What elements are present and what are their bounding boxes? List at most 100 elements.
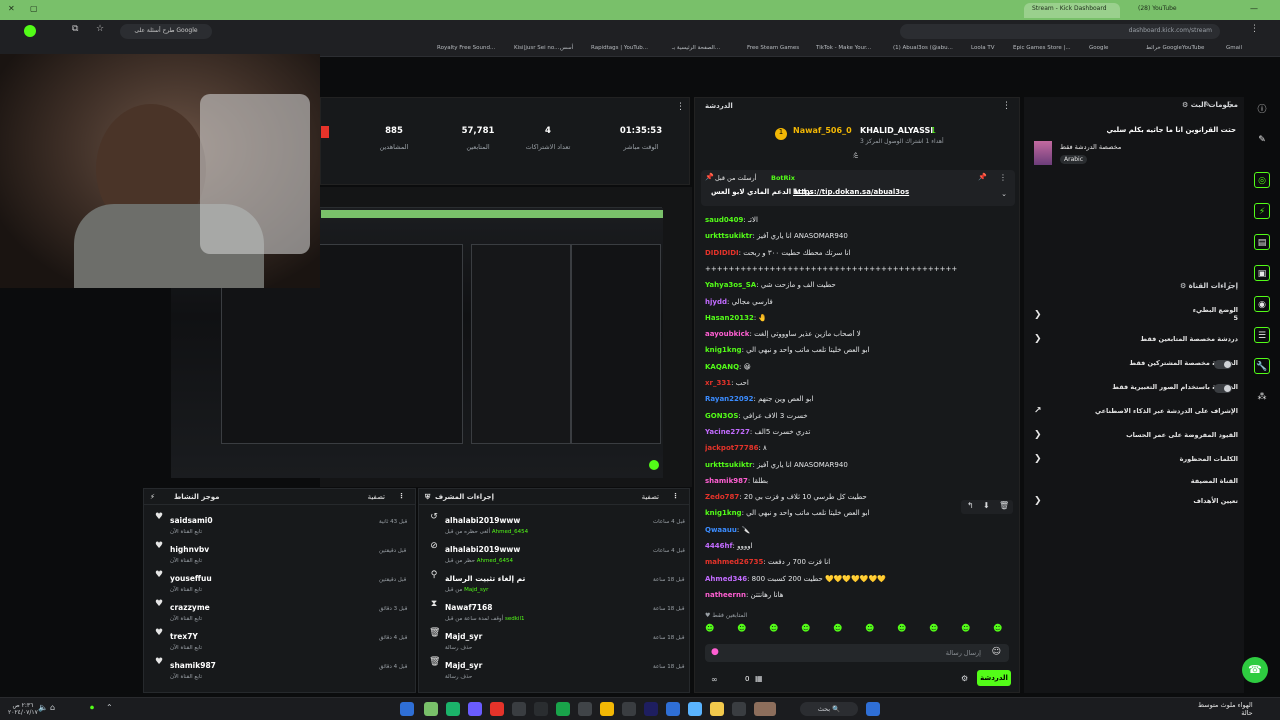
- chat-message[interactable]: Hasan20132: 🤚: [705, 314, 1013, 322]
- chat-message[interactable]: DIDIDIDI: انا سرتك محطك حطيت ٣٠٠ و ربحت: [705, 249, 1013, 257]
- bookmark-item[interactable]: Loola TV: [971, 45, 994, 51]
- emote-icon[interactable]: ☻: [737, 624, 746, 634]
- emote-only-toggle[interactable]: [1214, 384, 1232, 393]
- bookmark-item[interactable]: Gmail: [1226, 45, 1242, 51]
- chat-username[interactable]: aayoubkick: [705, 330, 749, 338]
- emote-icon[interactable]: ☻: [897, 624, 906, 634]
- chat-input[interactable]: ● إرسال رسالة ☺: [705, 644, 1009, 662]
- activity-user[interactable]: crazzyme: [170, 603, 210, 612]
- list-icon[interactable]: ☰: [1254, 327, 1270, 343]
- support-chat-icon[interactable]: ☎: [1242, 657, 1268, 683]
- chat-message[interactable]: urkttsukiktr: انا ياري آفيز ANASOMAR940: [705, 232, 1013, 240]
- star-icon[interactable]: ☆: [96, 24, 104, 34]
- filter-button[interactable]: تصفية: [368, 493, 385, 501]
- app-icon[interactable]: [446, 702, 460, 716]
- more-icon[interactable]: ⋮: [672, 492, 679, 500]
- mod-target[interactable]: alhalabi2019www: [445, 545, 520, 554]
- chat-message[interactable]: Rayan22092: ابو العص وين جنهم: [705, 395, 1013, 403]
- bookmark-item[interactable]: YouTube: [1182, 45, 1204, 51]
- chat-username[interactable]: shamik987: [705, 477, 748, 485]
- bookmark-item[interactable]: (1) Abual3os (@abu...: [893, 45, 953, 51]
- top-gifter-2[interactable]: KHALID_ALYASSI: [860, 126, 933, 135]
- bookmark-item[interactable]: Free Steam Games: [747, 45, 799, 51]
- goals-setting[interactable]: تعيين الأهداف ❯: [1030, 496, 1238, 506]
- volume-icon[interactable]: 🔈: [38, 703, 48, 712]
- chat-message[interactable]: GON3OS: خسرت 3 الاف عرافي: [705, 412, 1013, 420]
- chat-message[interactable]: xr_331: احب: [705, 379, 1013, 387]
- app-icon[interactable]: [468, 702, 482, 716]
- chat-username[interactable]: DIDIDIDI: [705, 249, 739, 257]
- chat-username[interactable]: urkttsukiktr: [705, 461, 752, 469]
- app-icon[interactable]: [754, 702, 776, 716]
- bookmark-item[interactable]: Royalty Free Sound...: [437, 45, 495, 51]
- bookmark-item[interactable]: Kisi|jusr Sei no...: [514, 45, 559, 51]
- menu-dots-icon[interactable]: ⋮: [1250, 24, 1259, 34]
- chat-message[interactable]: jackpot77786: ٨: [705, 444, 1013, 452]
- chat-username[interactable]: Yacine2727: [705, 428, 750, 436]
- reply-icon[interactable]: ↰: [967, 501, 974, 510]
- mod-by[interactable]: Majd_syr: [464, 587, 488, 593]
- followers-only-setting[interactable]: دردشة مخصصة المتابعين فقط ❯: [1030, 334, 1238, 344]
- app-icon[interactable]: [600, 702, 614, 716]
- app-icon[interactable]: [622, 702, 636, 716]
- chat-username[interactable]: KAQANQ: [705, 363, 739, 371]
- app-icon[interactable]: [490, 702, 504, 716]
- host-channel-setting[interactable]: القناة المضيفة: [1030, 477, 1238, 485]
- subscribers-only-toggle[interactable]: [1214, 360, 1232, 369]
- activity-user[interactable]: youseffuu: [170, 574, 212, 583]
- pinned-user[interactable]: BotRix: [771, 174, 795, 182]
- mod-by[interactable]: sedkil1: [505, 616, 524, 622]
- chat-username[interactable]: Hasan20132: [705, 314, 754, 322]
- chat-username[interactable]: Ahmed346: [705, 575, 747, 583]
- unpin-icon[interactable]: 📌: [978, 173, 987, 181]
- more-icon[interactable]: ⋮: [1226, 100, 1234, 109]
- chat-username[interactable]: Rayan22092: [705, 395, 754, 403]
- bookmark-item[interactable]: TikTok - Make Your...: [816, 45, 871, 51]
- filter-button[interactable]: تصفية: [642, 493, 659, 501]
- mod-target[interactable]: تم إلغاء تثبيت الرسالة: [445, 574, 525, 583]
- app-icon[interactable]: [710, 702, 724, 716]
- bookmark-item[interactable]: الصفحة الرئيسية بـ...: [672, 45, 720, 51]
- emote-icon[interactable]: ☻: [769, 624, 778, 634]
- gear-icon[interactable]: ⚙: [961, 674, 968, 683]
- chat-message[interactable]: saud0409: الاتـ: [705, 216, 1013, 224]
- chat-message[interactable]: shamik987: بطلقا: [705, 477, 1013, 485]
- expand-icon[interactable]: ⩯: [853, 152, 858, 162]
- more-icon[interactable]: ⋮: [676, 102, 685, 112]
- edit-icon[interactable]: ✎: [1254, 132, 1270, 148]
- chat-message[interactable]: urkttsukiktr: انا ياري آفيز ANASOMAR940: [705, 461, 1013, 469]
- tab-youtube[interactable]: (28) YouTube: [1130, 3, 1222, 18]
- google-ask-pill[interactable]: طرح أسئلة على Google: [120, 24, 212, 39]
- taskbar-search[interactable]: بحث 🔍: [800, 702, 858, 716]
- chevron-up-icon[interactable]: ⌃: [106, 703, 113, 712]
- minimize-icon[interactable]: —: [1250, 4, 1258, 13]
- trash-icon[interactable]: 🗑: [999, 501, 1009, 510]
- chat-message[interactable]: natheernn: هانا رهانتتن: [705, 591, 1013, 599]
- emote-icon[interactable]: ☻: [929, 624, 938, 634]
- app-icon[interactable]: [732, 702, 746, 716]
- activity-user[interactable]: highnvbv: [170, 545, 209, 554]
- calendar-icon[interactable]: ▦: [755, 674, 763, 683]
- pin-icon[interactable]: ⬇: [983, 501, 990, 510]
- activity-user[interactable]: shamik987: [170, 661, 216, 670]
- emote-icon[interactable]: ☻: [705, 624, 714, 634]
- mod-by[interactable]: Ahmed_6454: [477, 558, 513, 564]
- preview-video[interactable]: [171, 207, 663, 478]
- url-field[interactable]: dashboard.kick.com/stream: [900, 24, 1220, 39]
- chat-message[interactable]: aayoubkick: لا أصحاب مازين عذير ساوووتي …: [705, 330, 1013, 338]
- chat-username[interactable]: Zedo787: [705, 493, 739, 501]
- emote-icon[interactable]: ☻: [993, 624, 1002, 634]
- bolt-icon[interactable]: ⚡: [1254, 203, 1270, 219]
- info-icon[interactable]: ⓘ: [1254, 102, 1270, 118]
- chat-username[interactable]: 4446hf: [705, 542, 733, 550]
- windows-start-icon[interactable]: [866, 702, 880, 716]
- app-icon[interactable]: [512, 702, 526, 716]
- more-icon[interactable]: ⋮: [1002, 101, 1011, 111]
- top-gifter-1[interactable]: Nawaf_506_0: [793, 126, 852, 135]
- chat-message[interactable]: KAQANQ: 😀: [705, 363, 1013, 371]
- pinned-link[interactable]: https://tip.dokan.sa/abual3os: [793, 188, 909, 196]
- chat-username[interactable]: saud0409: [705, 216, 743, 224]
- chat-username[interactable]: natheernn: [705, 591, 746, 599]
- bookmark-item[interactable]: خرائط Google: [1146, 45, 1182, 51]
- emote-icon[interactable]: ☻: [801, 624, 810, 634]
